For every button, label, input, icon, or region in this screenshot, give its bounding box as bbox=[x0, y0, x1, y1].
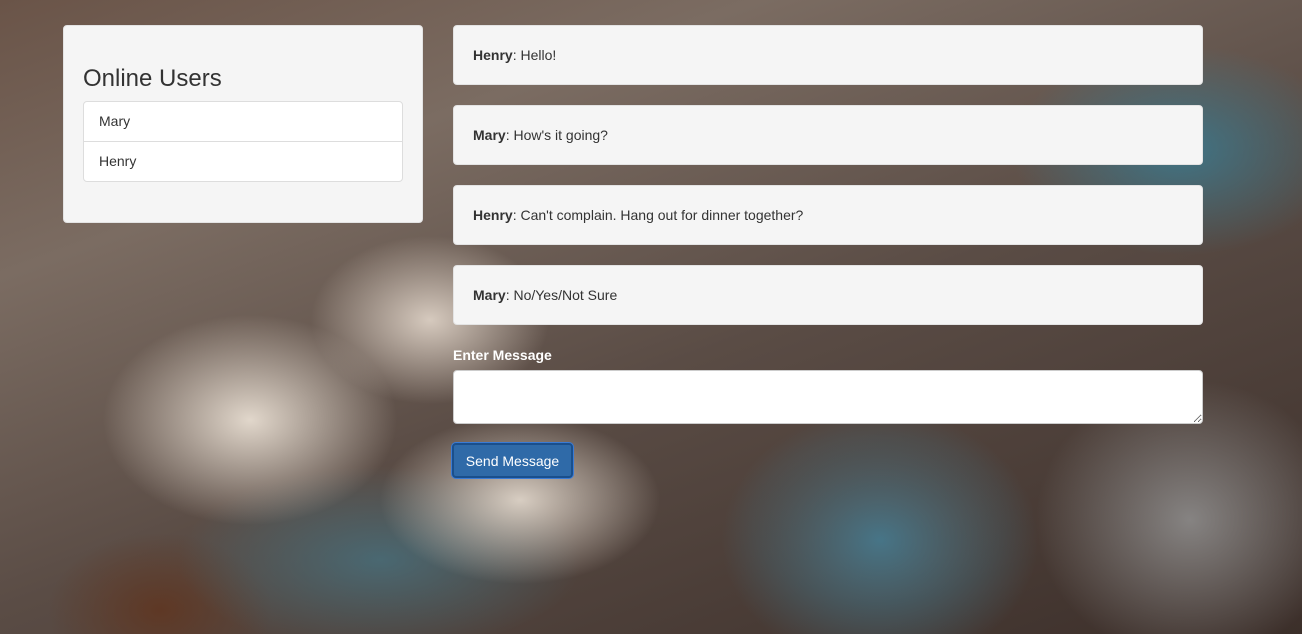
online-users-title: Online Users bbox=[83, 65, 222, 92]
enter-message-label: Enter Message bbox=[453, 347, 552, 363]
message-input[interactable] bbox=[453, 370, 1203, 424]
message-text: : How's it going? bbox=[505, 127, 608, 143]
message-sender: Henry bbox=[473, 207, 513, 223]
message-sender: Mary bbox=[473, 127, 506, 143]
message-sender: Henry bbox=[473, 47, 513, 63]
message-text: : Can't complain. Hang out for dinner to… bbox=[512, 207, 804, 223]
message-text: : Hello! bbox=[512, 47, 557, 63]
user-item-mary[interactable]: Mary bbox=[83, 101, 403, 142]
online-users-panel: Online Users Mary Henry bbox=[63, 25, 423, 223]
message-text: : No/Yes/Not Sure bbox=[505, 287, 618, 303]
online-users-list: Mary Henry bbox=[83, 101, 403, 182]
user-item-henry[interactable]: Henry bbox=[83, 141, 403, 182]
message-sender: Mary bbox=[473, 287, 506, 303]
chat-message: Henry: Hello! bbox=[453, 25, 1203, 85]
chat-message: Henry: Can't complain. Hang out for dinn… bbox=[453, 185, 1203, 245]
chat-message: Mary: No/Yes/Not Sure bbox=[453, 265, 1203, 325]
send-message-button[interactable]: Send Message bbox=[452, 443, 573, 478]
chat-message: Mary: How's it going? bbox=[453, 105, 1203, 165]
